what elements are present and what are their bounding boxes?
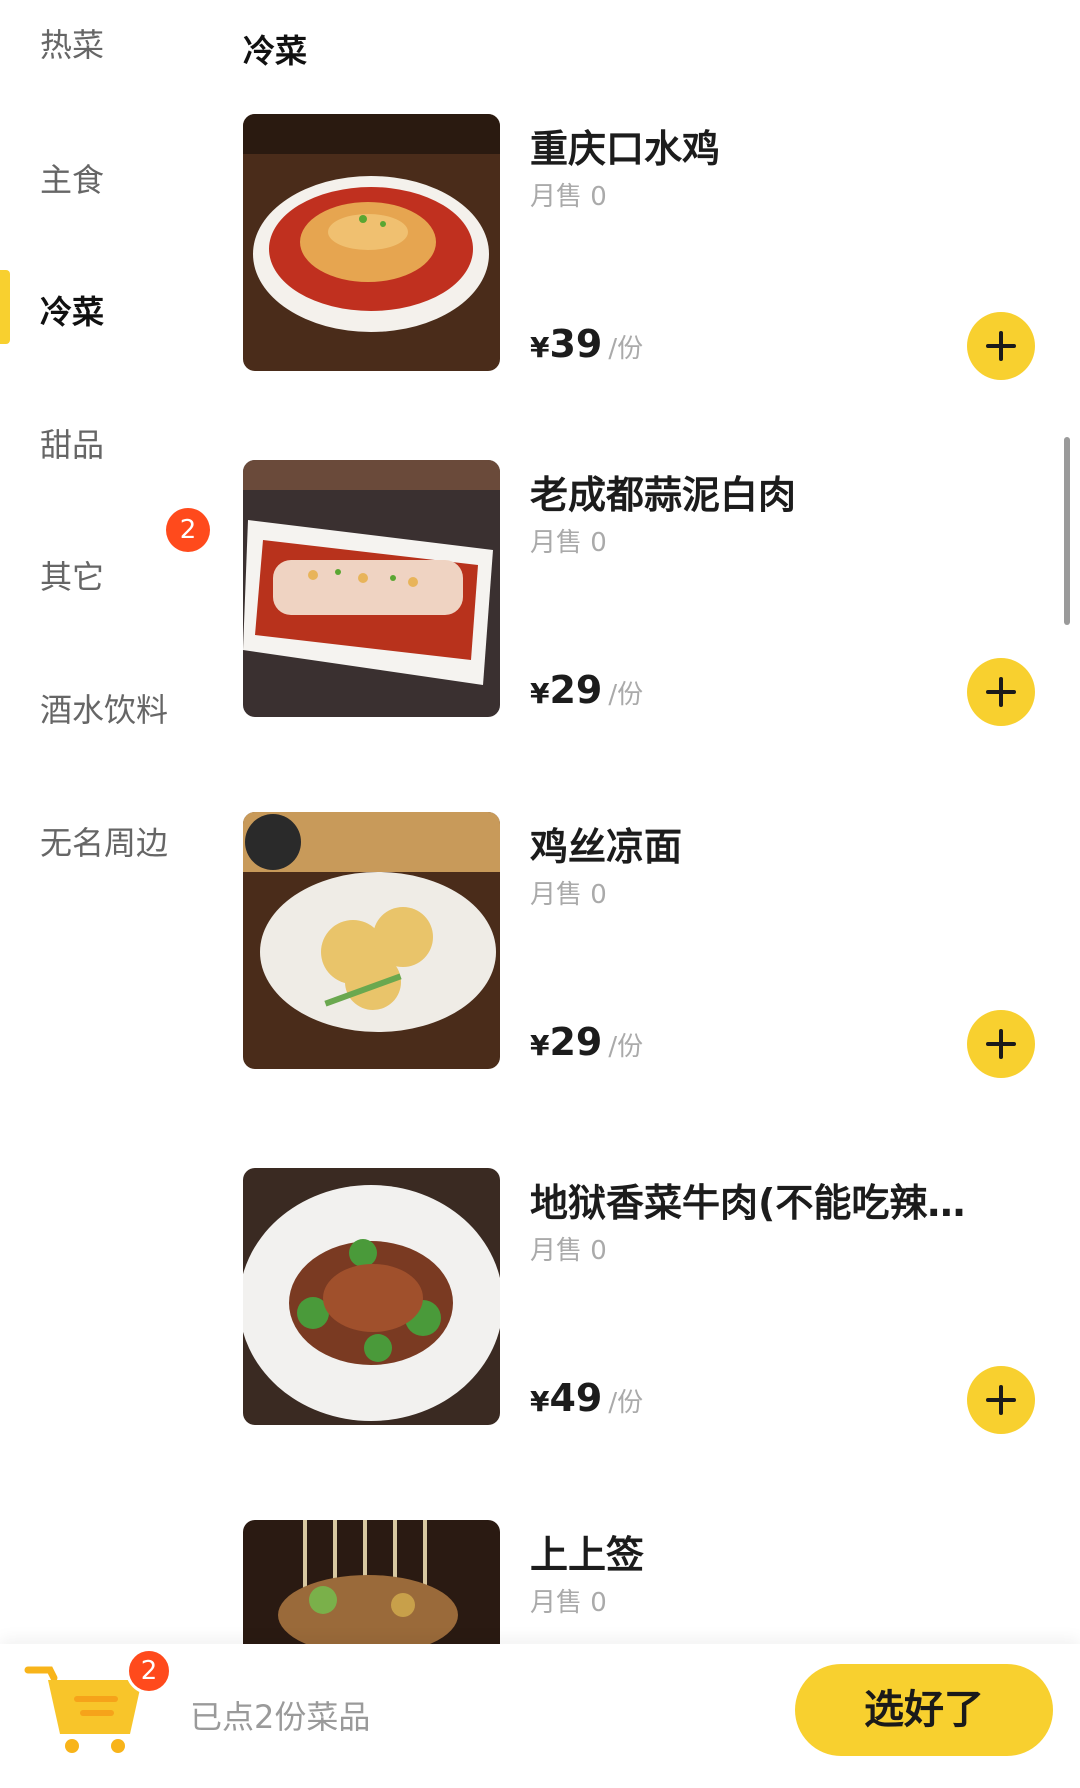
dish-name: 鸡丝凉面 [530,825,683,869]
dish-photo [243,460,500,717]
scrollbar[interactable] [1064,437,1070,625]
category-desserts[interactable]: 甜品 [40,420,104,466]
add-to-cart-button[interactable] [967,1010,1035,1078]
dish-price: ¥29/份 [530,668,643,712]
monthly-sales: 月售 0 [530,528,607,558]
dish-photo [243,114,500,371]
monthly-sales: 月售 0 [530,1236,607,1266]
dish-name: 老成都蒜泥白肉 [530,473,797,517]
category-merchandise[interactable]: 无名周边 [40,818,168,864]
dish-price: ¥39/份 [530,322,643,366]
monthly-sales: 月售 0 [530,1588,607,1618]
price-unit: /份 [608,680,644,710]
active-category-indicator [0,270,10,344]
dish-price: ¥29/份 [530,1020,643,1064]
monthly-sales: 月售 0 [530,182,607,212]
cart-count-badge: 2 [126,1648,172,1694]
currency-symbol: ¥ [530,677,550,710]
menu-item[interactable]: 鸡丝凉面 月售 0 ¥29/份 [243,812,1043,1078]
cart-summary: 已点2份菜品 [190,1698,371,1736]
category-others[interactable]: 其它 [40,552,104,598]
category-drinks[interactable]: 酒水饮料 [40,685,168,731]
price-amount: 29 [549,1020,603,1064]
dish-photo [243,1168,500,1425]
monthly-sales: 月售 0 [530,880,607,910]
section-title: 冷菜 [243,32,308,70]
add-to-cart-button[interactable] [967,658,1035,726]
price-unit: /份 [608,1388,644,1418]
menu-page: 热菜 主食 冷菜 甜品 其它 2 酒水饮料 无名周边 冷菜 重庆口水鸡 月售 0 [0,0,1080,1788]
menu-item[interactable]: 地狱香菜牛肉(不能吃辣… 月售 0 ¥49/份 [243,1168,1043,1434]
category-cold-dishes[interactable]: 冷菜 [40,287,104,333]
price-amount: 39 [549,322,603,366]
category-staple-food[interactable]: 主食 [40,155,104,201]
category-sidebar: 热菜 主食 冷菜 甜品 其它 2 酒水饮料 无名周边 [0,0,220,1644]
price-unit: /份 [608,334,644,364]
menu-item[interactable]: 老成都蒜泥白肉 月售 0 ¥29/份 [243,460,1043,726]
price-amount: 29 [549,668,603,712]
dish-name: 上上签 [530,1533,645,1577]
menu-item[interactable]: 上上签 月售 0 [243,1520,1043,1644]
currency-symbol: ¥ [530,1385,550,1418]
checkout-button[interactable]: 选好了 [795,1664,1053,1756]
category-count-badge: 2 [166,508,210,552]
dish-name: 地狱香菜牛肉(不能吃辣… [530,1181,966,1225]
dish-photo [243,1520,500,1644]
currency-symbol: ¥ [530,331,550,364]
dish-photo [243,812,500,1069]
dish-name: 重庆口水鸡 [530,127,721,171]
currency-symbol: ¥ [530,1029,550,1062]
menu-item[interactable]: 重庆口水鸡 月售 0 ¥39/份 [243,114,1043,380]
price-unit: /份 [608,1032,644,1062]
add-to-cart-button[interactable] [967,1366,1035,1434]
dish-price: ¥49/份 [530,1376,643,1420]
price-amount: 49 [549,1376,603,1420]
category-hot-dishes[interactable]: 热菜 [40,20,104,66]
add-to-cart-button[interactable] [967,312,1035,380]
